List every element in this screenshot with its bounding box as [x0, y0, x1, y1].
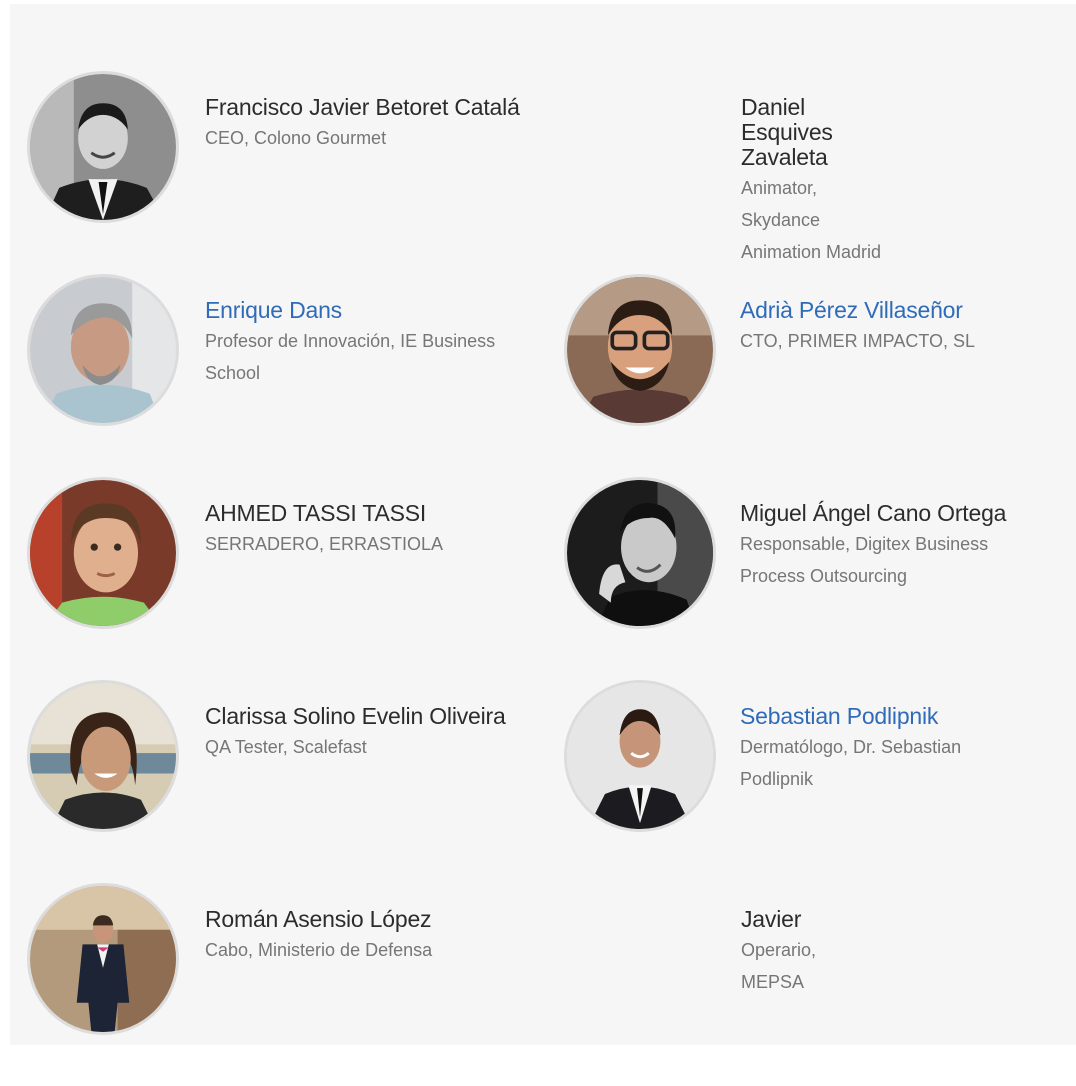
person-role: Operario, MEPSA: [741, 940, 817, 992]
person-role: QA Tester, Scalefast: [205, 737, 367, 757]
person-card: Enrique Dans Profesor de Innovación, IE …: [27, 274, 564, 477]
person-name-link[interactable]: Enrique Dans: [205, 298, 529, 323]
person-card: Miguel Ángel Cano Ortega Responsable, Di…: [564, 477, 1067, 680]
person-role: Dermatólogo, Dr. Sebastian Podlipnik: [740, 737, 962, 789]
person-card: Adrià Pérez Villaseñor CTO, PRIMER IMPAC…: [564, 274, 1067, 477]
portrait-glasses-man-icon: [564, 274, 716, 426]
person-name-link[interactable]: Adrià Pérez Villaseñor: [740, 298, 1036, 323]
person-name-link[interactable]: Sebastian Podlipnik: [740, 704, 1036, 729]
person-name: Daniel Esquives Zavaleta: [741, 94, 833, 170]
person-card: Sebastian Podlipnik Dermatólogo, Dr. Seb…: [564, 680, 1067, 883]
person-name: Francisco Javier Betoret Catalá: [205, 94, 520, 120]
person-card: AHMED TASSI TASSI SERRADERO, ERRASTIOLA: [27, 477, 564, 680]
person-role: Cabo, Ministerio de Defensa: [205, 940, 433, 960]
person-role: Profesor de Innovación, IE Business Scho…: [205, 331, 496, 383]
person-role: Responsable, Digitex Business Process Ou…: [740, 534, 989, 586]
speakers-panel: Francisco Javier Betoret Catalá CEO, Col…: [10, 4, 1076, 1045]
person-role: CTO, PRIMER IMPACTO, SL: [740, 331, 976, 351]
person-name: Román Asensio López: [205, 906, 432, 932]
person-card: Daniel Esquives Zavaleta Animator, Skyda…: [564, 71, 1067, 274]
person-card: Román Asensio López Cabo, Ministerio de …: [27, 883, 564, 1086]
portrait-bw-man-smiling-icon: [564, 477, 716, 629]
portrait-man-suit-grey-bg-icon: [564, 680, 716, 832]
portrait-grey-hair-man-icon: [27, 274, 179, 426]
person-card: Javier Operario, MEPSA: [564, 883, 1067, 1086]
portrait-woman-outdoor-icon: [27, 680, 179, 832]
portrait-bw-man-suit-icon: [27, 71, 179, 223]
person-name: AHMED TASSI TASSI: [205, 500, 427, 526]
person-role: Animator, Skydance Animation Madrid: [741, 178, 882, 262]
person-name: Clarissa Solino Evelin Oliveira: [205, 703, 506, 729]
speakers-grid: Francisco Javier Betoret Catalá CEO, Col…: [27, 71, 1067, 1086]
person-card: Francisco Javier Betoret Catalá CEO, Col…: [27, 71, 564, 274]
person-card: Clarissa Solino Evelin Oliveira QA Teste…: [27, 680, 564, 883]
person-name: Miguel Ángel Cano Ortega: [740, 500, 1007, 526]
person-role: CEO, Colono Gourmet: [205, 128, 387, 148]
portrait-child-icon: [27, 477, 179, 629]
person-name: Javier: [741, 906, 802, 932]
portrait-man-standing-icon: [27, 883, 179, 1035]
person-role: SERRADERO, ERRASTIOLA: [205, 534, 444, 554]
